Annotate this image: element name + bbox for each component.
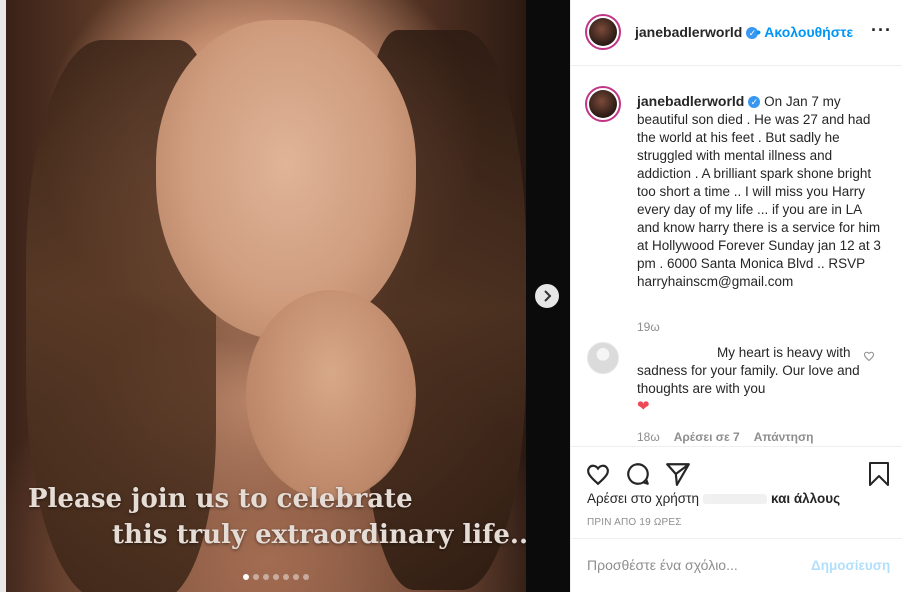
avatar[interactable] bbox=[585, 14, 621, 50]
post-photo[interactable]: Please join us to celebrate this truly e… bbox=[6, 0, 526, 592]
comment-input[interactable] bbox=[587, 557, 807, 573]
action-bar bbox=[571, 446, 902, 496]
carousel-dots bbox=[243, 574, 309, 580]
like-button[interactable] bbox=[585, 461, 611, 487]
heart-outline-icon bbox=[587, 464, 609, 486]
post-timestamp[interactable]: ΠΡΙΝ ΑΠΟ 19 ΩΡΕΣ bbox=[587, 517, 682, 528]
post-media: Please join us to celebrate this truly e… bbox=[0, 0, 570, 592]
image-caption-line2: this truly extraordinary life... bbox=[112, 520, 526, 550]
follow-button[interactable]: Ακολουθήστε bbox=[764, 24, 853, 40]
carousel-next-button[interactable] bbox=[535, 284, 559, 308]
speech-bubble-icon bbox=[627, 463, 649, 485]
comment-meta: 18ω Αρέσει σε 7 Απάντηση bbox=[637, 430, 814, 444]
chevron-right-icon bbox=[544, 290, 552, 302]
photo-face bbox=[156, 20, 416, 340]
header-separator: • bbox=[756, 24, 761, 40]
paper-plane-icon bbox=[666, 463, 690, 486]
carousel-dot bbox=[253, 574, 259, 580]
heart-outline-icon bbox=[863, 351, 875, 362]
post-comment-button[interactable]: Δημοσίευση bbox=[811, 558, 890, 573]
reply-button[interactable]: Απάντηση bbox=[754, 430, 814, 444]
carousel-dot bbox=[263, 574, 269, 580]
heart-emoji: ❤ bbox=[637, 398, 650, 415]
caption-time[interactable]: 19ω bbox=[637, 320, 660, 334]
caption-username[interactable]: janebadlerworld bbox=[637, 93, 744, 109]
comments-area: janebadlerworld ✓ On Jan 7 my beautiful s… bbox=[571, 66, 902, 446]
post-header: janebadlerworld ✓ • Ακολουθήστε ··· bbox=[571, 0, 902, 66]
likes-user-redacted[interactable] bbox=[702, 494, 767, 504]
photo-hand bbox=[246, 290, 416, 500]
bookmark-icon bbox=[869, 462, 889, 486]
carousel-dot bbox=[293, 574, 299, 580]
post-side-panel: janebadlerworld ✓ • Ακολουθήστε ··· janeb… bbox=[570, 0, 902, 592]
comment-text-block: My heart is heavy with sadness for your … bbox=[637, 344, 873, 416]
caption-avatar[interactable] bbox=[585, 86, 621, 122]
carousel-dot bbox=[243, 574, 249, 580]
comment-time[interactable]: 18ω bbox=[637, 430, 660, 444]
likes-others[interactable]: και άλλους bbox=[771, 491, 840, 506]
more-options-button[interactable]: ··· bbox=[871, 20, 892, 41]
caption-text-block: janebadlerworld ✓ On Jan 7 my beautiful s… bbox=[637, 92, 883, 291]
comment-like-button[interactable] bbox=[863, 350, 875, 365]
comment-avatar[interactable] bbox=[587, 342, 619, 374]
carousel-dot bbox=[273, 574, 279, 580]
likes-prefix: Αρέσει στο χρήστη bbox=[587, 491, 699, 506]
add-comment-bar: Δημοσίευση bbox=[571, 538, 902, 592]
header-username[interactable]: janebadlerworld bbox=[635, 24, 742, 40]
verified-badge-icon: ✓ bbox=[748, 96, 761, 108]
follow-wrap: • Ακολουθήστε bbox=[756, 24, 853, 40]
carousel-dot bbox=[283, 574, 289, 580]
save-button[interactable] bbox=[867, 461, 893, 487]
caption-text: On Jan 7 my beautiful son died . He was … bbox=[637, 94, 881, 289]
comment-likes[interactable]: Αρέσει σε 7 bbox=[674, 430, 740, 444]
comment-button[interactable] bbox=[625, 461, 651, 487]
comment-text: My heart is heavy with sadness for your … bbox=[637, 345, 860, 396]
carousel-dot bbox=[303, 574, 309, 580]
header-username-wrap: janebadlerworld ✓ bbox=[635, 24, 759, 42]
likes-summary: Αρέσει στο χρήστη και άλλους bbox=[587, 491, 840, 506]
share-button[interactable] bbox=[665, 461, 691, 487]
image-caption-line1: Please join us to celebrate bbox=[28, 484, 413, 514]
